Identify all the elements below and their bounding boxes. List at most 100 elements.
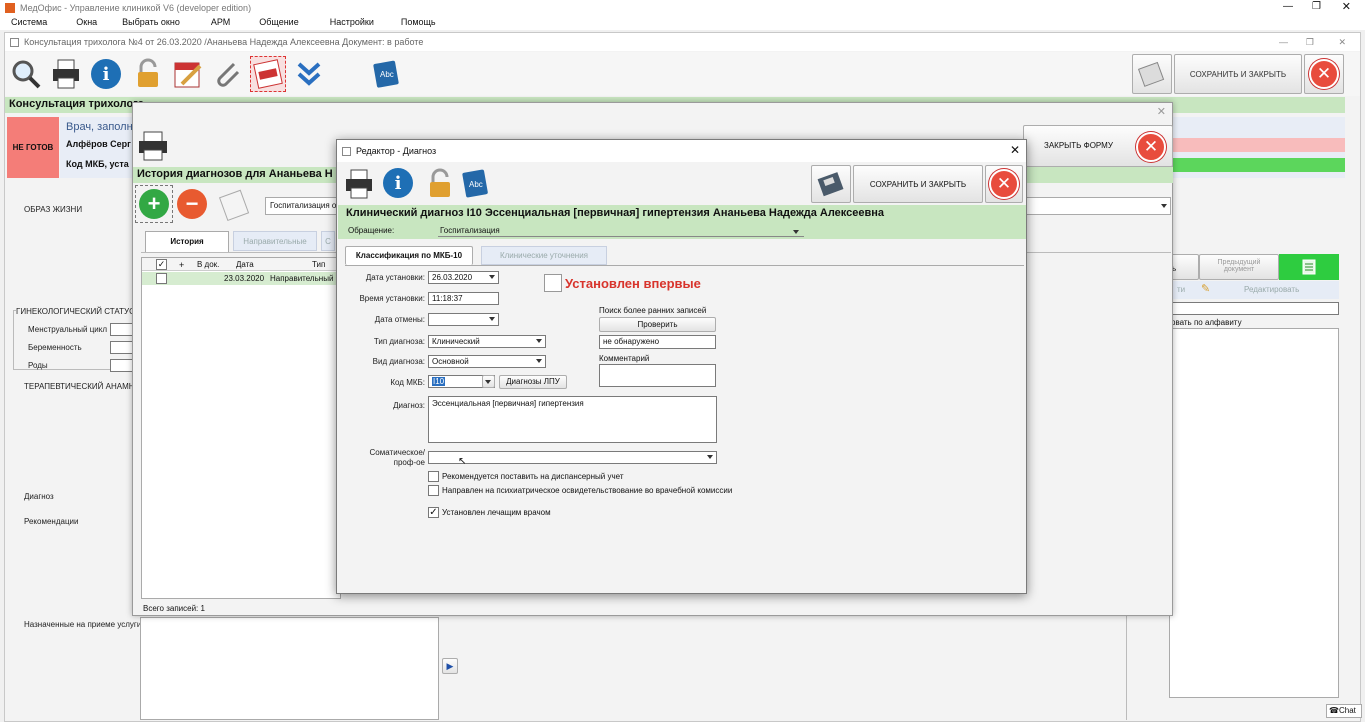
remove-button[interactable]: −: [177, 189, 209, 221]
date-set-arrow-icon[interactable]: [489, 275, 495, 279]
dx-kind-arrow-icon[interactable]: [536, 359, 542, 363]
close-icon[interactable]: ✕: [1342, 0, 1351, 13]
editor-save-close-button[interactable]: СОХРАНИТЬ И ЗАКРЫТЬ: [853, 165, 983, 203]
dx-type-arrow-icon[interactable]: [536, 339, 542, 343]
table-row[interactable]: 23.03.2020 Направительный: [142, 272, 340, 285]
time-set-label: Время установки:: [359, 294, 425, 303]
right-list[interactable]: [1169, 328, 1339, 698]
mkb-arrow-icon: [485, 380, 491, 384]
dx-type-select[interactable]: Клинический: [428, 335, 546, 348]
app-title: МедОфис - Управление клиникой V6 (develo…: [20, 3, 252, 13]
edit-button[interactable]: Редактировать: [1244, 285, 1299, 294]
search-icon[interactable]: [10, 58, 42, 90]
close-form-x-icon: ✕: [1136, 132, 1166, 162]
pencil-icon[interactable]: ✎: [1201, 282, 1210, 295]
chat-button[interactable]: ☎Chat: [1326, 704, 1362, 718]
lpu-diagnoses-button[interactable]: Диагнозы ЛПУ: [499, 375, 567, 389]
comment-field[interactable]: [599, 364, 716, 387]
menu-item[interactable]: Выбрать окно: [111, 16, 180, 30]
calendar-edit-icon[interactable]: [172, 58, 204, 90]
editor-close-red-button[interactable]: ✕: [985, 165, 1023, 203]
menu-item[interactable]: Помощь: [390, 16, 436, 30]
mouse-cursor-icon: ↖: [458, 456, 467, 467]
editor-dictionary-icon[interactable]: Abc: [459, 167, 493, 201]
menu-item[interactable]: Окна: [65, 16, 97, 30]
menu-item[interactable]: Настройки: [319, 16, 374, 30]
dx-type-value: Клинический: [432, 337, 480, 346]
dictionary-book-icon[interactable]: Abc: [371, 58, 403, 90]
checkbox-psychiatric-box[interactable]: [428, 485, 439, 496]
editor-close-icon[interactable]: ✕: [1010, 143, 1020, 157]
close-form-label: ЗАКРЫТЬ ФОРМУ: [1044, 141, 1113, 150]
doc-close-icon[interactable]: ✕: [1338, 37, 1346, 48]
diagnosis-label: Диагноз: [24, 492, 54, 501]
services-list[interactable]: [140, 617, 439, 720]
add-button[interactable]: +: [135, 185, 173, 223]
date-set-label: Дата установки:: [365, 273, 425, 282]
doc-restore-icon[interactable]: ❐: [1306, 37, 1314, 48]
mkb-dropdown-button[interactable]: [482, 375, 495, 388]
gyn-label: ГИНЕКОЛОГИЧЕСКИЙ СТАТУС: [16, 307, 135, 316]
row-checkbox[interactable]: [156, 273, 167, 284]
dx-kind-select[interactable]: Основной: [428, 355, 546, 368]
minimize-icon[interactable]: —: [1283, 1, 1293, 12]
history-combo-arrow-icon[interactable]: [1161, 204, 1167, 208]
date-cancel-arrow-icon[interactable]: [489, 317, 495, 321]
time-set-field[interactable]: 11:18:37: [428, 292, 499, 305]
right-tab-short[interactable]: ь: [1169, 254, 1199, 280]
close-form-button[interactable]: ЗАКРЫТЬ ФОРМУ ✕: [1023, 125, 1173, 167]
editor-info-icon[interactable]: i: [383, 168, 413, 198]
checkbox-attending[interactable]: ✓ Установлен лечащим врачом: [428, 507, 551, 518]
play-arrow-button[interactable]: ▶: [442, 658, 458, 674]
close-red-button[interactable]: ✕: [1304, 54, 1344, 94]
history-tab[interactable]: История: [145, 231, 229, 252]
editor-lock-icon[interactable]: [424, 167, 456, 201]
tab-clinical[interactable]: Клинические уточнения: [481, 246, 607, 265]
restore-icon[interactable]: ❐: [1312, 1, 1321, 12]
somatic-arrow-icon[interactable]: [707, 455, 713, 459]
header-check-icon[interactable]: ✓: [156, 259, 167, 270]
somatic-select[interactable]: [428, 451, 717, 464]
date-set-field[interactable]: 26.03.2020: [428, 271, 499, 284]
editor-edit-icon: [342, 146, 351, 156]
first-time-toggle[interactable]: Установлен впервые: [544, 274, 701, 292]
menu-item[interactable]: Общение: [248, 16, 298, 30]
appeal-arrow-icon[interactable]: [793, 230, 799, 234]
diagnosis-textarea[interactable]: Эссенциальная [первичная] гипертензия: [428, 396, 717, 443]
history-doc-icon[interactable]: [217, 187, 253, 223]
appeal-underline: [438, 236, 804, 237]
col-in-doc: В док.: [197, 260, 220, 269]
checkbox-psychiatric[interactable]: Направлен на психиатрическое освидетельс…: [428, 485, 732, 496]
history-grid[interactable]: ✓ + В док. Дата Тип 23.03.2020 Направите…: [141, 257, 341, 599]
editor-save-disk-icon[interactable]: [811, 165, 851, 203]
save-close-button[interactable]: СОХРАНИТЬ И ЗАКРЫТЬ: [1174, 54, 1302, 94]
checkbox-attending-box[interactable]: ✓: [428, 507, 439, 518]
lock-icon[interactable]: [132, 58, 164, 90]
editor-printer-icon[interactable]: [343, 167, 375, 201]
appeal-value[interactable]: Госпитализация: [440, 226, 500, 235]
tab-mkb10[interactable]: Классификация по МКБ-10: [345, 246, 473, 265]
checkbox-attending-label: Установлен лечащим врачом: [442, 508, 551, 517]
chevron-down-double-icon[interactable]: [293, 58, 325, 90]
prev-doc-button[interactable]: Предыдущий документ: [1199, 254, 1279, 280]
checkbox-dispensary[interactable]: Рекомендуется поставить на диспансерный …: [428, 471, 624, 482]
mkb-diagnosis-icon[interactable]: [250, 56, 286, 92]
history-tab[interactable]: Направительные: [233, 231, 317, 251]
right-filter-field[interactable]: [1169, 302, 1339, 315]
checkbox-dispensary-box[interactable]: [428, 471, 439, 482]
history-close-icon[interactable]: ✕: [1157, 105, 1166, 118]
date-cancel-field[interactable]: [428, 313, 499, 326]
history-tab[interactable]: С: [321, 231, 335, 251]
doc-minimize-icon[interactable]: —: [1279, 37, 1288, 47]
document-icon-button[interactable]: [1279, 254, 1339, 280]
first-time-box[interactable]: [544, 274, 562, 292]
doctor-name: Алфёров Серг: [66, 139, 131, 149]
save-disk-icon[interactable]: [1132, 54, 1172, 94]
menu-item[interactable]: АРМ: [200, 16, 230, 30]
printer-icon[interactable]: [50, 58, 82, 90]
paperclip-icon[interactable]: [212, 58, 244, 90]
info-icon[interactable]: i: [90, 58, 122, 90]
history-printer-icon[interactable]: [135, 128, 175, 164]
check-button[interactable]: Проверить: [599, 317, 716, 332]
menu-item[interactable]: Система: [0, 16, 47, 30]
